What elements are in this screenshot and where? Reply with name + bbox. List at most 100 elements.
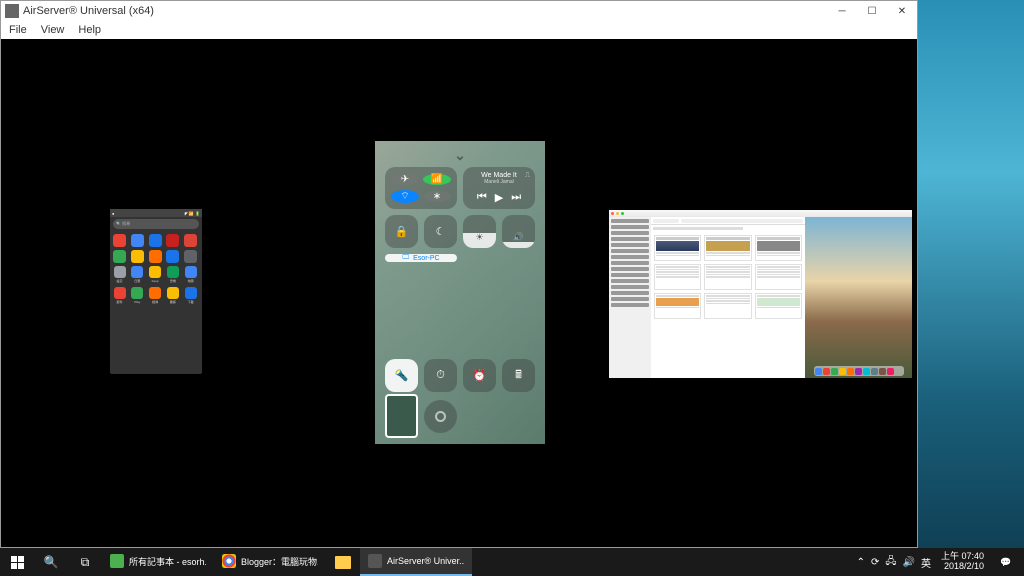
start-button[interactable]	[0, 548, 34, 576]
ios-mirror[interactable]: ⌄ ✈ 📶 ⌔ ∗ ⎍ We Made It Maneli Jamal ⏮ ▶ …	[375, 141, 545, 444]
taskbar-item-evernote[interactable]: 所有記事本 - esorh...	[102, 548, 214, 576]
airplay-icon: ⎍	[525, 172, 530, 180]
app-icon	[166, 250, 179, 263]
card	[755, 264, 802, 290]
airserver-icon	[368, 554, 382, 568]
action-center-button[interactable]: 💬	[994, 548, 1018, 576]
taskbar-clock[interactable]: 上午 07:40 2018/2/10	[941, 552, 984, 572]
screen-record-button[interactable]	[424, 400, 457, 433]
app-icon	[131, 234, 144, 247]
cellular-toggle[interactable]: 📶	[423, 174, 451, 185]
taskbar-item-airserver[interactable]: AirServer® Univer...	[360, 548, 472, 576]
bluetooth-toggle[interactable]: ∗	[423, 191, 451, 202]
macos-mirror[interactable]	[609, 210, 912, 378]
tray-chevron-icon[interactable]: ⌃	[857, 557, 865, 568]
app-icon: 相簿	[149, 287, 162, 305]
app-icon: 郵件	[113, 287, 126, 305]
card	[654, 235, 701, 261]
rotation-lock-toggle[interactable]: 🔒	[385, 215, 418, 248]
ime-indicator[interactable]: 英	[921, 555, 931, 570]
app-icon: Play	[131, 287, 144, 305]
app-icon	[184, 234, 197, 247]
card	[704, 264, 751, 290]
app-icon	[5, 4, 19, 18]
close-button[interactable]: ✕	[887, 1, 917, 21]
android-search: 🔍 搜尋	[113, 219, 199, 229]
app-icon	[113, 250, 126, 263]
system-tray: ⌃ ⟳ 🖧 🔊 英 上午 07:40 2018/2/10 💬	[857, 548, 1024, 576]
android-mirror[interactable]: ●◤ 📶 🔋 🔍 搜尋 設定 日曆 Keep 雲端 地圖 郵件 Play	[110, 209, 202, 374]
alarm-icon: ⏰	[473, 369, 487, 382]
folder-icon	[335, 556, 351, 569]
evernote-icon	[110, 554, 124, 568]
app-switcher-thumbs	[385, 394, 457, 438]
timer-button[interactable]: ⏱	[424, 359, 457, 392]
mac-sidebar	[609, 217, 651, 378]
app-icon	[184, 250, 197, 263]
app-icon	[149, 250, 162, 263]
play-button[interactable]: ▶	[495, 191, 503, 204]
app-icon	[131, 250, 144, 263]
next-track-button[interactable]: ⏭	[511, 191, 521, 204]
taskbar-item-explorer[interactable]	[326, 548, 360, 576]
taskbar-item-chrome[interactable]: Blogger：電腦玩物...	[214, 548, 326, 576]
maximize-button[interactable]: ☐	[857, 1, 887, 21]
android-app-grid: 設定 日曆 Keep 雲端 地圖 郵件 Play 相簿 翻譯 下載	[110, 231, 202, 308]
screen-mirroring-tile[interactable]: 🖵 Esor-PC	[385, 254, 457, 262]
do-not-disturb-toggle[interactable]: ☾	[424, 215, 457, 248]
app-icon: 地圖	[184, 266, 197, 284]
windows-taskbar: 🔍 ⧉ 所有記事本 - esorh... Blogger：電腦玩物... Air…	[0, 548, 1024, 576]
windows-icon	[11, 556, 24, 569]
card	[654, 293, 701, 319]
brightness-slider[interactable]: ☀	[463, 215, 496, 248]
alarm-button[interactable]: ⏰	[463, 359, 496, 392]
record-icon	[435, 411, 446, 422]
volume-icon[interactable]: 🔊	[903, 557, 915, 568]
flashlight-button[interactable]: 🔦	[385, 359, 418, 392]
network-icon[interactable]: 🖧	[885, 554, 896, 571]
search-button[interactable]: 🔍	[34, 548, 68, 576]
menu-view[interactable]: View	[41, 24, 65, 36]
wifi-toggle[interactable]: ⌔	[391, 190, 419, 203]
mac-toolbar	[651, 217, 805, 225]
task-view-button[interactable]: ⧉	[68, 548, 102, 576]
volume-slider[interactable]: 🔊	[502, 215, 535, 248]
menu-file[interactable]: File	[9, 24, 27, 36]
app-icon: 日曆	[131, 266, 144, 284]
prev-track-button[interactable]: ⏮	[477, 191, 487, 204]
card	[755, 293, 802, 319]
speaker-icon: 🔊	[513, 232, 524, 243]
card	[704, 293, 751, 319]
airplane-toggle[interactable]: ✈	[391, 174, 419, 185]
calculator-button[interactable]: 🖩	[502, 359, 535, 392]
menu-help[interactable]: Help	[78, 24, 101, 36]
minimize-button[interactable]: ─	[827, 1, 857, 21]
airserver-window: AirServer® Universal (x64) ─ ☐ ✕ File Vi…	[0, 0, 918, 548]
mirror-target-label: Esor-PC	[413, 255, 439, 262]
chevron-down-icon: ⌄	[454, 147, 466, 164]
menubar: File View Help	[1, 21, 917, 39]
clock-date: 2018/2/10	[941, 562, 984, 572]
display-icon: 🖵	[402, 254, 409, 262]
card	[704, 235, 751, 261]
moon-icon: ☾	[436, 225, 446, 238]
sun-icon: ☀	[475, 232, 483, 243]
card	[654, 264, 701, 290]
app-icon	[113, 234, 126, 247]
mac-card-grid	[651, 232, 805, 322]
window-title: AirServer® Universal (x64)	[23, 5, 827, 17]
app-icon: 翻譯	[166, 287, 179, 305]
mac-menubar	[609, 210, 912, 217]
tray-sync-icon[interactable]: ⟳	[871, 557, 879, 568]
titlebar[interactable]: AirServer® Universal (x64) ─ ☐ ✕	[1, 1, 917, 21]
music-artist: Maneli Jamal	[484, 179, 513, 185]
music-title: We Made It	[481, 172, 517, 179]
connectivity-tile: ✈ 📶 ⌔ ∗	[385, 167, 457, 209]
android-statusbar: ●◤ 📶 🔋	[110, 209, 202, 217]
mac-browser-window	[609, 217, 805, 378]
timer-icon: ⏱	[436, 369, 445, 382]
flashlight-icon: 🔦	[395, 369, 409, 382]
app-thumbnail[interactable]	[385, 394, 418, 438]
mirror-viewport: ●◤ 📶 🔋 🔍 搜尋 設定 日曆 Keep 雲端 地圖 郵件 Play	[1, 39, 917, 547]
music-tile[interactable]: ⎍ We Made It Maneli Jamal ⏮ ▶ ⏭	[463, 167, 535, 209]
